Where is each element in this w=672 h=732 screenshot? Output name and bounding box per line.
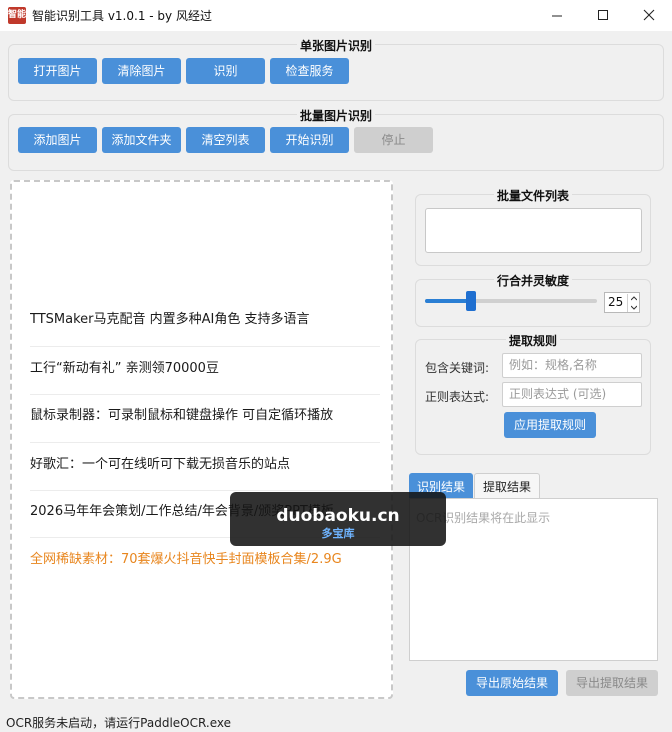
spin-up-button[interactable] [627, 294, 639, 303]
divider [30, 490, 380, 491]
regex-label: 正则表达式: [425, 390, 490, 404]
export-raw-button[interactable]: 导出原始结果 [466, 670, 558, 696]
sensitivity-value: 25 [608, 295, 624, 309]
extract-rules-title: 提取规则 [505, 334, 560, 348]
regex-input[interactable]: 正则表达式 (可选) [502, 382, 642, 407]
app-logo-icon: 智能 [8, 7, 26, 24]
apply-extract-rules-button[interactable]: 应用提取规则 [504, 412, 596, 438]
status-text: OCR服务未启动，请运行PaddleOCR.exe [6, 716, 232, 730]
sensitivity-slider-track[interactable] [425, 299, 597, 303]
stop-button[interactable]: 停止 [354, 127, 433, 153]
status-bar: OCR服务未启动，请运行PaddleOCR.exe [0, 711, 672, 732]
open-image-button[interactable]: 打开图片 [18, 58, 97, 84]
sensitivity-slider-fill [425, 299, 472, 303]
recognize-button[interactable]: 识别 [186, 58, 265, 84]
export-extract-button[interactable]: 导出提取结果 [566, 670, 658, 696]
preview-text-line-highlight: 全网稀缺素材：70套爆火抖音快手封面模板合集/2.9G [30, 552, 342, 567]
preview-text-line: TTSMaker马克配音 内置多种AI角色 支持多语言 [30, 312, 310, 327]
divider [30, 394, 380, 395]
preview-text-line: 工行“新动有礼” 亲测领70000豆 [30, 361, 219, 376]
add-folder-button[interactable]: 添加文件夹 [102, 127, 181, 153]
start-recognize-button[interactable]: 开始识别 [270, 127, 349, 153]
preview-text-line: 鼠标录制器：可录制鼠标和键盘操作 可自定循环播放 [30, 408, 334, 423]
window-title: 智能识别工具 v1.0.1 - by 风经过 [32, 9, 212, 23]
close-icon [643, 9, 655, 21]
sensitivity-slider-handle[interactable] [466, 291, 477, 311]
keyword-input[interactable]: 例如：规格,名称 [502, 353, 642, 378]
result-textarea[interactable]: OCR识别结果将在此显示 [409, 498, 658, 661]
batch-file-list-title: 批量文件列表 [493, 189, 572, 203]
watermark-text: duobaoku.cn [276, 506, 400, 526]
watermark-overlay: duobaoku.cn 多宝库 [230, 492, 446, 546]
minimize-button[interactable] [534, 0, 580, 31]
chevron-up-icon [631, 296, 637, 301]
clear-list-button[interactable]: 清空列表 [186, 127, 265, 153]
image-preview-area[interactable]: TTSMaker马克配音 内置多种AI角色 支持多语言 工行“新动有礼” 亲测领… [10, 180, 393, 699]
watermark-subtext: 多宝库 [321, 527, 355, 540]
divider [30, 442, 380, 443]
batch-file-listbox[interactable] [425, 208, 642, 253]
single-image-group-title: 单张图片识别 [296, 39, 375, 53]
minimize-icon [552, 15, 562, 17]
check-service-button[interactable]: 检查服务 [270, 58, 349, 84]
batch-image-group-title: 批量图片识别 [296, 109, 375, 123]
spin-down-button[interactable] [627, 303, 639, 312]
close-button[interactable] [626, 0, 672, 31]
add-image-button[interactable]: 添加图片 [18, 127, 97, 153]
tab-extract-result[interactable]: 提取结果 [474, 473, 540, 499]
maximize-button[interactable] [580, 0, 626, 31]
sensitivity-title: 行合并灵敏度 [493, 274, 572, 288]
title-bar[interactable]: 智能 智能识别工具 v1.0.1 - by 风经过 [0, 0, 672, 31]
preview-text-line: 好歌汇：一个可在线听可下载无损音乐的站点 [30, 457, 291, 472]
clear-image-button[interactable]: 清除图片 [102, 58, 181, 84]
chevron-down-icon [631, 305, 637, 310]
divider [30, 346, 380, 347]
keyword-label: 包含关键词: [425, 361, 490, 375]
maximize-icon [598, 10, 608, 20]
sensitivity-spinbox[interactable]: 25 [604, 292, 640, 313]
